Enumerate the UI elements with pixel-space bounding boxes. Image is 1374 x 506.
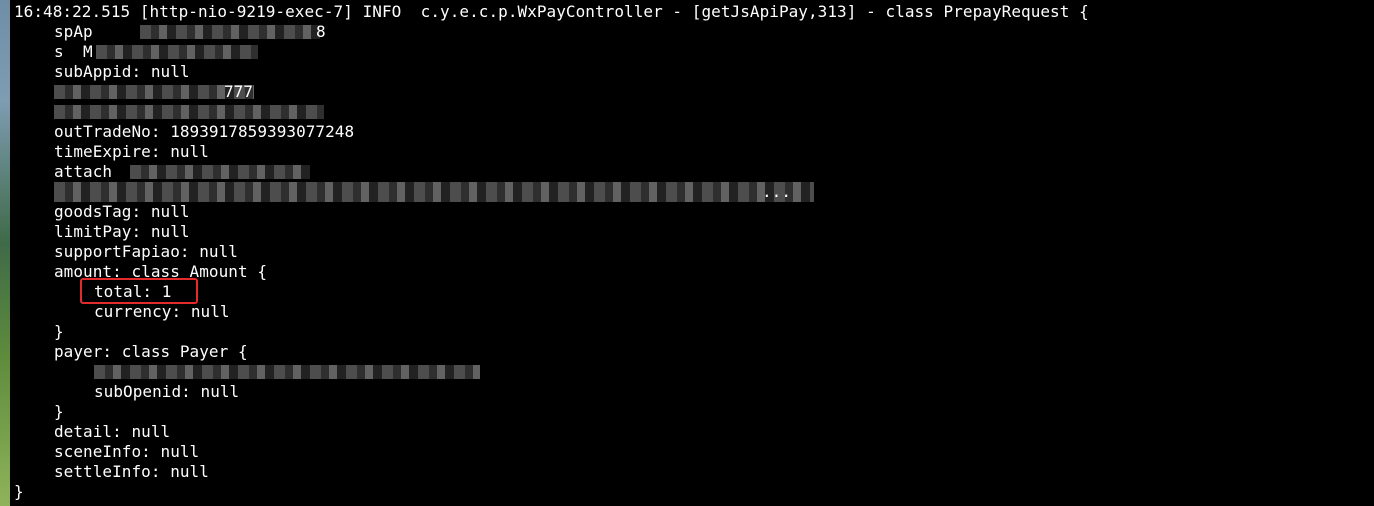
log-line-timeexpire: timeExpire: null bbox=[54, 142, 209, 161]
redaction-mosaic bbox=[130, 165, 310, 179]
log-line-outtradeno: outTradeNo: 1893917859393077248 bbox=[54, 122, 355, 141]
highlight-box-total bbox=[80, 278, 198, 304]
log-header-line: 16:48:22.515 [http-nio-9219-exec-7] INFO… bbox=[14, 2, 1089, 21]
log-line-sceneinfo: sceneInfo: null bbox=[54, 442, 200, 461]
redaction-mosaic bbox=[140, 25, 320, 39]
terminal-window[interactable]: 16:48:22.515 [http-nio-9219-exec-7] INFO… bbox=[10, 0, 1374, 506]
log-line-subopenid: subOpenid: null bbox=[94, 382, 240, 401]
log-line-request-close: } bbox=[14, 482, 24, 501]
log-line-partial-spappid: spAp bbox=[54, 22, 93, 41]
log-line-amount-close: } bbox=[54, 322, 64, 341]
log-line-payer-close: } bbox=[54, 402, 64, 421]
log-line-partial-attach: attach bbox=[54, 162, 113, 181]
log-line-supportfapiao: supportFapiao: null bbox=[54, 242, 238, 261]
log-line-currency: currency: null bbox=[94, 302, 230, 321]
log-line-subappid: subAppid: null bbox=[54, 62, 190, 81]
log-line-settleinfo: settleInfo: null bbox=[54, 462, 209, 481]
redaction-mosaic bbox=[94, 365, 480, 379]
redaction-mosaic bbox=[54, 105, 324, 119]
log-line-goodstag: goodsTag: null bbox=[54, 202, 190, 221]
log-line-payer-open: payer: class Payer { bbox=[54, 342, 248, 361]
log-line-limitpay: limitPay: null bbox=[54, 222, 190, 241]
log-line-detail: detail: null bbox=[54, 422, 171, 441]
log-line-partial-submchid-tail: 777 bbox=[224, 82, 254, 101]
redaction-mosaic bbox=[54, 182, 814, 202]
log-line-partial-notify-tail: ... bbox=[762, 182, 792, 201]
log-line-partial-spmchid: s M bbox=[54, 42, 93, 61]
log-line-partial-spappid-tail: 8 bbox=[316, 22, 326, 41]
redaction-mosaic bbox=[96, 45, 258, 59]
desktop-wallpaper-strip bbox=[0, 0, 10, 506]
